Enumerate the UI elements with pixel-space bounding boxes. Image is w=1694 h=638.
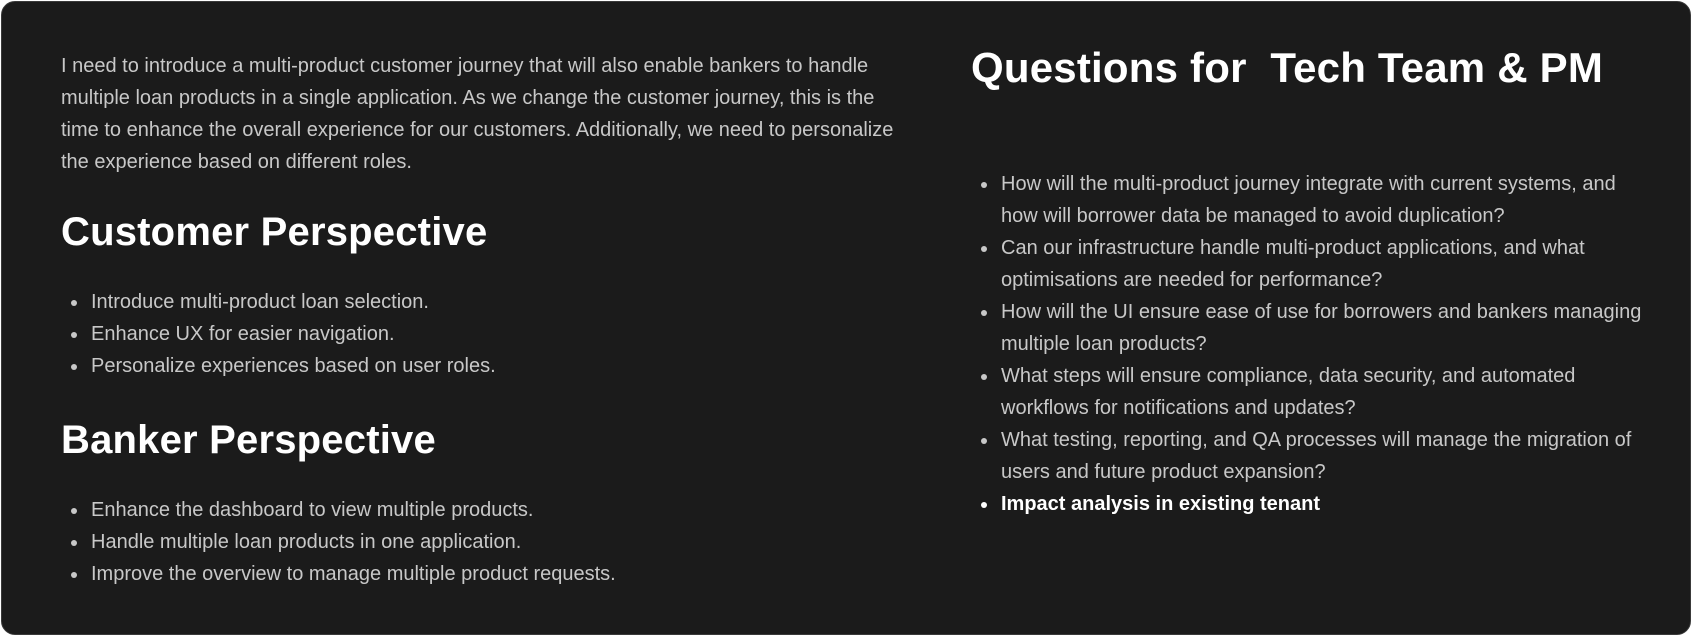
questions-list: How will the multi-product journey integ…	[971, 168, 1651, 520]
bullet-icon	[71, 332, 77, 338]
list-item-text: Impact analysis in existing tenant	[1001, 493, 1320, 515]
list-item-text: Enhance the dashboard to view multiple p…	[91, 499, 534, 521]
bullet-icon	[981, 438, 987, 444]
list-item-text: What testing, reporting, and QA processe…	[1001, 429, 1632, 483]
banker-perspective-heading: Banker Perspective	[61, 418, 436, 462]
list-item-text: How will the UI ensure ease of use for b…	[1001, 301, 1642, 355]
list-item: Introduce multi-product loan selection.	[61, 286, 901, 318]
bullet-icon	[71, 540, 77, 546]
list-item-text: Personalize experiences based on user ro…	[91, 355, 496, 377]
content-card: I need to introduce a multi-product cust…	[1, 1, 1691, 635]
right-column: Questions for Tech Team & PM How will th…	[971, 42, 1651, 520]
list-item-text: Improve the overview to manage multiple …	[91, 563, 616, 585]
list-item: Handle multiple loan products in one app…	[61, 526, 901, 558]
bullet-icon	[981, 246, 987, 252]
list-item: Enhance UX for easier navigation.	[61, 318, 901, 350]
banker-perspective-list: Enhance the dashboard to view multiple p…	[61, 494, 901, 590]
list-item-text: Enhance UX for easier navigation.	[91, 323, 395, 345]
list-item: Improve the overview to manage multiple …	[61, 558, 901, 590]
list-item: Personalize experiences based on user ro…	[61, 350, 901, 382]
list-item: How will the multi-product journey integ…	[971, 168, 1651, 232]
list-item-text: Handle multiple loan products in one app…	[91, 531, 522, 553]
list-item-text: Can our infrastructure handle multi-prod…	[1001, 237, 1585, 291]
customer-perspective-heading: Customer Perspective	[61, 210, 488, 254]
bullet-icon	[71, 300, 77, 306]
list-item-text: What steps will ensure compliance, data …	[1001, 365, 1576, 419]
bullet-icon	[71, 572, 77, 578]
list-item-text: How will the multi-product journey integ…	[1001, 173, 1616, 227]
customer-perspective-list: Introduce multi-product loan selection. …	[61, 286, 901, 382]
list-item-highlighted: Impact analysis in existing tenant	[971, 488, 1651, 520]
questions-heading: Questions for Tech Team & PM	[971, 44, 1604, 91]
bullet-icon	[71, 508, 77, 514]
list-item: Enhance the dashboard to view multiple p…	[61, 494, 901, 526]
bullet-icon	[981, 310, 987, 316]
bullet-icon	[71, 364, 77, 370]
list-item: How will the UI ensure ease of use for b…	[971, 296, 1651, 360]
list-item: Can our infrastructure handle multi-prod…	[971, 232, 1651, 296]
list-item-text: Introduce multi-product loan selection.	[91, 291, 429, 313]
bullet-icon	[981, 374, 987, 380]
bullet-icon	[981, 502, 987, 508]
left-column: I need to introduce a multi-product cust…	[61, 50, 901, 590]
bullet-icon	[981, 182, 987, 188]
list-item: What testing, reporting, and QA processe…	[971, 424, 1651, 488]
intro-paragraph: I need to introduce a multi-product cust…	[61, 55, 894, 173]
list-item: What steps will ensure compliance, data …	[971, 360, 1651, 424]
